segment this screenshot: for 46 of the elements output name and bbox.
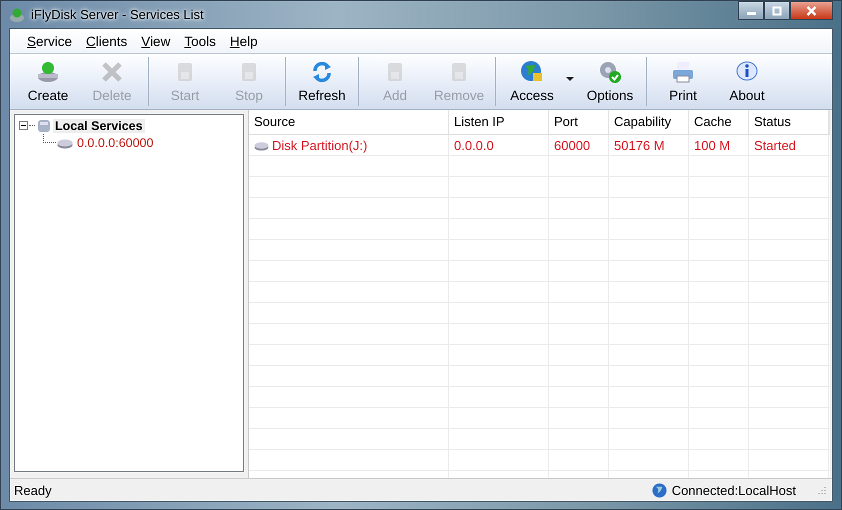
app-icon bbox=[9, 6, 25, 22]
globe-icon bbox=[520, 60, 544, 84]
table-cell: 100 M bbox=[689, 135, 749, 155]
column-header[interactable]: Status bbox=[749, 110, 829, 134]
column-header[interactable]: Listen IP bbox=[449, 110, 549, 134]
toolbar-button[interactable]: Create bbox=[16, 54, 80, 109]
expander-icon[interactable] bbox=[19, 118, 28, 132]
menu-item[interactable]: Tools bbox=[177, 34, 223, 48]
toolbar-button[interactable]: Refresh bbox=[290, 54, 354, 109]
column-header[interactable]: Cache bbox=[689, 110, 749, 134]
drive-icon bbox=[57, 136, 73, 148]
maximize-button[interactable] bbox=[764, 1, 790, 20]
toolbar-button[interactable]: About bbox=[715, 54, 779, 109]
gear-icon bbox=[598, 60, 622, 84]
minimize-button[interactable] bbox=[738, 1, 764, 20]
printer-icon bbox=[671, 60, 695, 84]
menu-item[interactable]: Help bbox=[222, 34, 265, 48]
status-text: Ready bbox=[14, 482, 52, 498]
dropdown-arrow-icon[interactable] bbox=[566, 76, 574, 80]
menu-item[interactable]: Clients bbox=[79, 34, 134, 48]
table-cell: Disk Partition(J:) bbox=[249, 135, 449, 155]
window-title: iFlyDisk Server - Services List bbox=[31, 7, 204, 22]
table-cell: 60000 bbox=[549, 135, 609, 155]
minimize-icon bbox=[746, 12, 756, 15]
menu-item[interactable]: View bbox=[134, 34, 178, 48]
toolbar-button[interactable]: Print bbox=[651, 54, 715, 109]
maximize-icon bbox=[772, 6, 782, 16]
connection-status: Connected:LocalHost bbox=[672, 482, 796, 498]
resize-grip-icon bbox=[816, 485, 826, 495]
cross-icon bbox=[100, 60, 124, 84]
drive-icon bbox=[254, 140, 269, 150]
tree-item[interactable]: 0.0.0.0:60000 bbox=[77, 136, 154, 150]
table-cell: Started bbox=[749, 135, 829, 155]
table-cell: 0.0.0.0 bbox=[449, 135, 549, 155]
close-icon bbox=[806, 6, 817, 16]
globe-icon bbox=[652, 482, 667, 498]
menu-item[interactable]: Service bbox=[20, 34, 80, 48]
toolbar-button[interactable]: Options bbox=[578, 54, 642, 109]
close-button[interactable] bbox=[790, 1, 833, 20]
column-header[interactable]: Source bbox=[249, 110, 449, 134]
toolbar-button[interactable]: Access bbox=[500, 54, 564, 109]
disk-icon bbox=[36, 60, 60, 84]
table-cell: 50176 M bbox=[609, 135, 689, 155]
tree-item[interactable]: Local Services bbox=[53, 118, 145, 132]
column-header[interactable]: Port bbox=[549, 110, 609, 134]
column-header[interactable]: Capability bbox=[609, 110, 689, 134]
